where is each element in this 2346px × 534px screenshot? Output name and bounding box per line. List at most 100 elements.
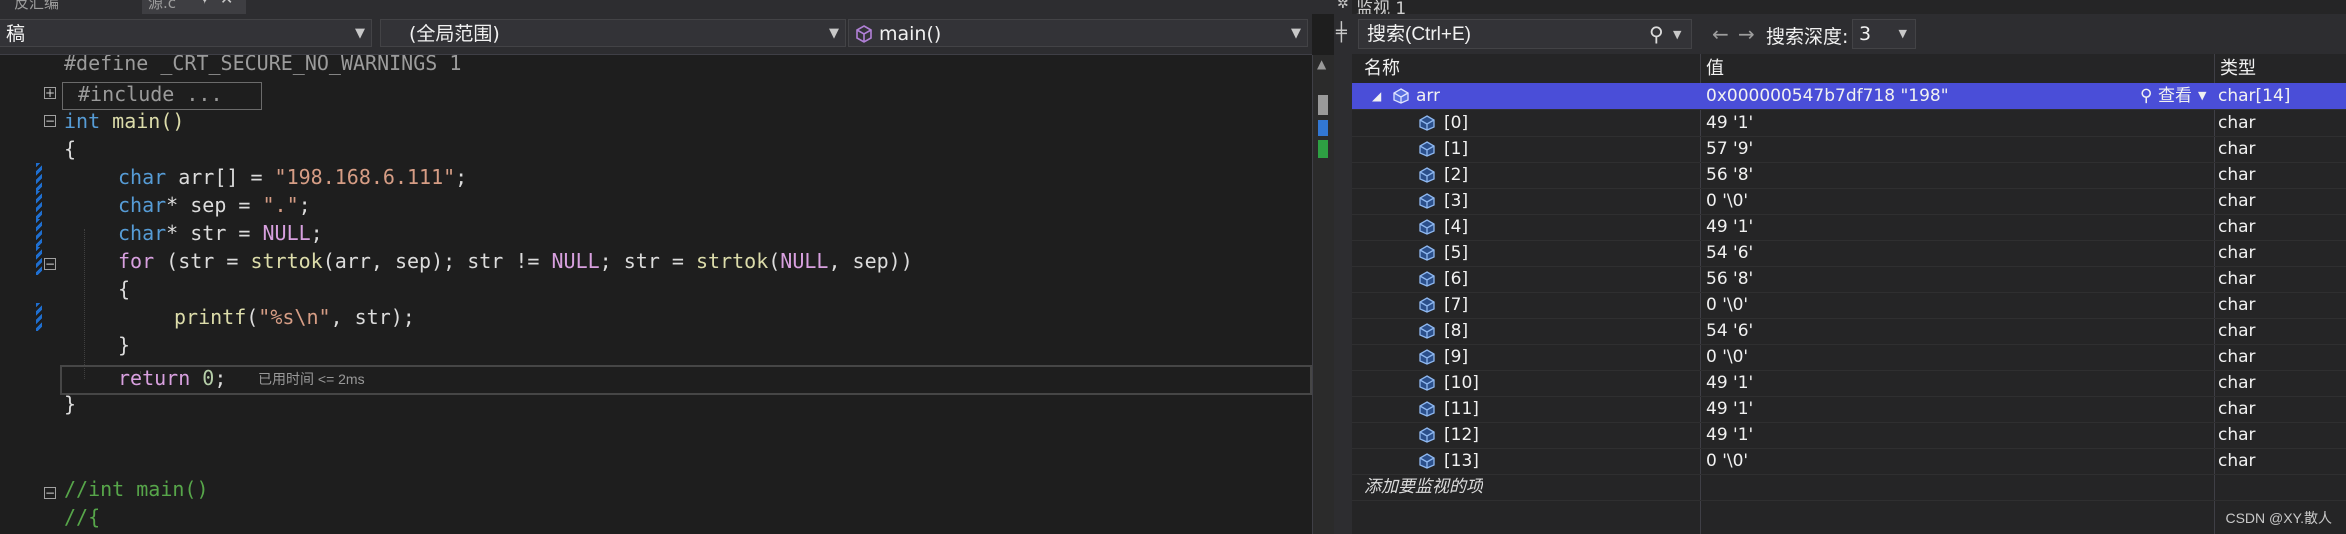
code-line-main-decl: int main() xyxy=(64,107,184,135)
watch-type: char xyxy=(2218,321,2256,341)
project-label: 稿 xyxy=(6,23,26,45)
watch-name: [4] xyxy=(1444,217,1469,237)
collapse-region-icon[interactable]: − xyxy=(44,115,56,127)
watch-row[interactable]: [1] 57 '9' char xyxy=(1352,136,2346,163)
chevron-down-icon: ▼ xyxy=(829,26,839,41)
code-editor[interactable]: + − − − #define _CRT_SECURE_NO_WARNINGS … xyxy=(0,55,1312,534)
collapse-arrow-icon[interactable]: ◢ xyxy=(1372,83,1381,109)
watch-type: char xyxy=(2218,399,2256,419)
watch-name: [13] xyxy=(1444,451,1479,471)
watch-row[interactable]: [11] 49 '1' char xyxy=(1352,396,2346,423)
pin-icon[interactable]: ✦ xyxy=(198,0,211,7)
panel-splitter[interactable]: ✲ ╪ xyxy=(1334,0,1353,534)
member-dropdown[interactable]: main() ▼ xyxy=(848,19,1308,47)
watch-name: [3] xyxy=(1444,191,1469,211)
watch-row[interactable]: [5] 54 '6' char xyxy=(1352,240,2346,267)
code-line-include: #include ... xyxy=(78,82,223,106)
watch-name: [9] xyxy=(1444,347,1469,367)
tab-label: 反汇编 xyxy=(14,0,60,12)
change-marker xyxy=(36,247,42,275)
watch-type: char xyxy=(2218,113,2256,133)
watch-row[interactable]: [0] 49 '1' char xyxy=(1352,110,2346,137)
watch-row[interactable]: [3] 0 '\0' char xyxy=(1352,188,2346,215)
magnifier-icon[interactable]: ⚲ xyxy=(2140,83,2152,109)
perf-tip: 已用时间 <= 2ms xyxy=(258,371,365,387)
code-line-printf: printf("%s\n", str); xyxy=(174,305,415,329)
expand-region-icon[interactable]: + xyxy=(44,87,56,99)
variable-cube-icon xyxy=(1419,245,1435,261)
search-input[interactable] xyxy=(1359,20,1649,50)
add-watch-placeholder[interactable]: 添加要监视的项 xyxy=(1364,474,1483,500)
code-line-for-close: } xyxy=(118,333,131,357)
watch-name: [10] xyxy=(1444,373,1479,393)
column-header-value[interactable]: 值 xyxy=(1706,54,1724,82)
scrollbar-thumb[interactable] xyxy=(1318,95,1328,115)
watch-row[interactable]: [10] 49 '1' char xyxy=(1352,370,2346,397)
chevron-down-icon[interactable]: ▼ xyxy=(1673,28,1681,41)
watch-value: 49 '1' xyxy=(1706,217,1754,237)
code-line-str-decl: char* str = NULL; xyxy=(118,221,323,245)
split-icon[interactable]: ╪ xyxy=(1336,22,1347,43)
watch-value: 0 '\0' xyxy=(1706,347,1749,367)
watch-row[interactable]: [8] 54 '6' char xyxy=(1352,318,2346,345)
column-header-type[interactable]: 类型 xyxy=(2220,54,2256,82)
watch-type: char xyxy=(2218,165,2256,185)
search-depth-value: 3 xyxy=(1859,23,1872,45)
watch-name: [11] xyxy=(1444,399,1479,419)
editor-scrollbar[interactable]: ▲ xyxy=(1312,55,1335,534)
variable-cube-icon xyxy=(1419,115,1435,131)
watch-value: 0 '\0' xyxy=(1706,295,1749,315)
tab-source[interactable]: 源.c ✦ ✕ xyxy=(142,0,246,14)
watch-name: [2] xyxy=(1444,165,1469,185)
watch-row[interactable]: [4] 49 '1' char xyxy=(1352,214,2346,241)
column-header-name[interactable]: 名称 xyxy=(1364,54,1400,82)
method-cube-icon xyxy=(856,25,872,43)
close-icon[interactable]: ✕ xyxy=(220,0,233,7)
code-line-define: #define _CRT_SECURE_NO_WARNINGS 1 xyxy=(64,55,462,75)
watch-value: 49 '1' xyxy=(1706,373,1754,393)
variable-cube-icon xyxy=(1419,167,1435,183)
watch-row[interactable]: [13] 0 '\0' char xyxy=(1352,448,2346,475)
scroll-up-icon[interactable]: ▲ xyxy=(1317,57,1326,71)
watch-row-root[interactable]: ◢ arr 0x000000547b7df718 "198" ⚲ 查看 ▼ ch… xyxy=(1352,83,2346,110)
tab-disassembly[interactable]: 反汇编 xyxy=(0,0,140,14)
visualizer-label[interactable]: 查看 xyxy=(2158,83,2192,109)
search-icon[interactable]: ⚲ xyxy=(1649,22,1664,46)
search-depth-label: 搜索深度: xyxy=(1766,26,1849,48)
watch-row[interactable]: [9] 0 '\0' char xyxy=(1352,344,2346,371)
code-line-arr-decl: char arr[] = "198.168.6.111"; xyxy=(118,165,468,189)
current-line-highlight xyxy=(60,365,1312,395)
chevron-down-icon: ▼ xyxy=(1898,27,1907,40)
scroll-marker xyxy=(1318,140,1328,158)
watch-name: [5] xyxy=(1444,243,1469,263)
watch-row[interactable]: [12] 49 '1' char xyxy=(1352,422,2346,449)
project-dropdown[interactable]: 稿 ▼ xyxy=(0,19,372,47)
watch-value: 54 '6' xyxy=(1706,321,1754,341)
code-line-comment: //int main() xyxy=(64,477,209,501)
chevron-down-icon[interactable]: ▼ xyxy=(2198,83,2206,109)
scope-dropdown[interactable]: (全局范围) ▼ xyxy=(380,19,846,47)
member-label: main() xyxy=(879,23,942,45)
watch-row[interactable]: [7] 0 '\0' char xyxy=(1352,292,2346,319)
keyword: int xyxy=(64,109,101,133)
watch-name: [7] xyxy=(1444,295,1469,315)
search-depth-select[interactable]: 3 ▼ xyxy=(1852,19,1916,49)
watch-row[interactable]: [6] 56 '8' char xyxy=(1352,266,2346,293)
collapse-region-icon[interactable]: − xyxy=(44,487,56,499)
change-marker xyxy=(36,191,42,221)
variable-cube-icon xyxy=(1419,375,1435,391)
collapse-region-icon[interactable]: − xyxy=(44,258,56,270)
change-marker xyxy=(36,303,42,331)
back-arrow-icon[interactable]: ← xyxy=(1712,22,1729,46)
variable-cube-icon xyxy=(1419,427,1435,443)
search-box[interactable]: ⚲ ▼ xyxy=(1358,19,1692,50)
watch-value: 57 '9' xyxy=(1706,139,1754,159)
tab-label: 源.c xyxy=(148,0,177,12)
add-watch-row[interactable]: 添加要监视的项 xyxy=(1352,474,2346,501)
watch-type: char xyxy=(2218,347,2256,367)
watch-row[interactable]: [2] 56 '8' char xyxy=(1352,162,2346,189)
forward-arrow-icon[interactable]: → xyxy=(1738,22,1755,46)
chevron-down-icon: ▼ xyxy=(355,26,365,41)
gear-icon[interactable]: ✲ xyxy=(1337,0,1349,12)
watch-type: char xyxy=(2218,243,2256,263)
